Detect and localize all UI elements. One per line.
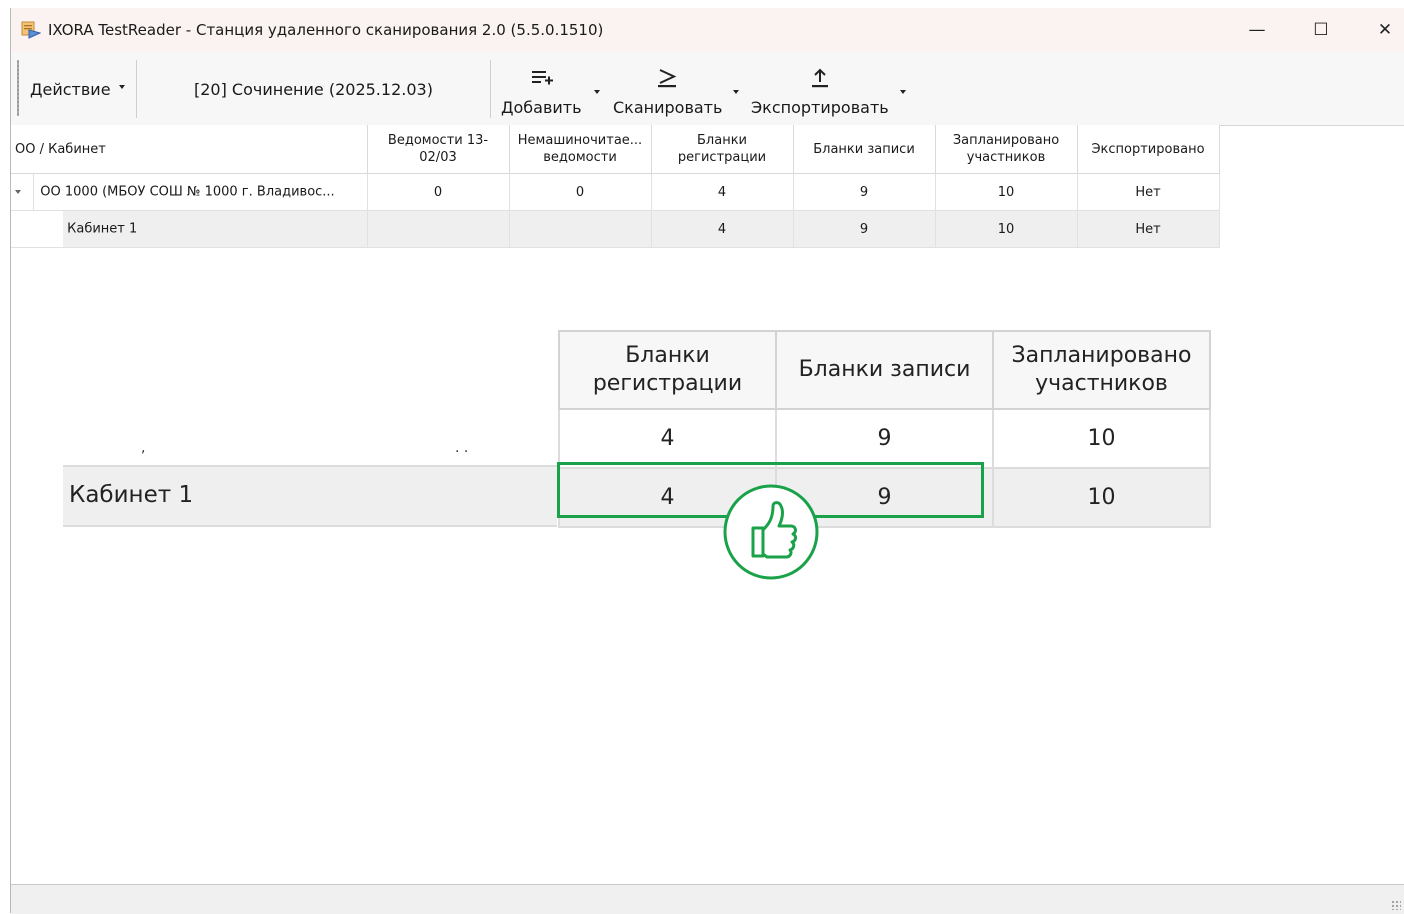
resize-grip[interactable] [1391,900,1401,910]
title-bar: IXORA TestReader - Станция удаленного ск… [11,8,1404,52]
table-row[interactable]: Кабинет 1 4 9 10 Нет [11,210,1220,248]
chevron-down-icon[interactable] [119,85,125,89]
chevron-down-icon[interactable] [594,90,600,94]
toolbar-grip[interactable] [17,60,19,116]
table-row[interactable]: ОО 1000 (МБОУ СОШ № 1000 г. Владивос... … [11,173,1220,211]
cell-vedomosti[interactable]: 0 [367,173,510,211]
add-button-label: Добавить [501,98,582,117]
expand-arrow-icon[interactable] [15,190,21,194]
export-button[interactable]: Экспортировать [751,60,911,120]
scan-icon [658,69,677,88]
zoom-row-label-text: Кабинет 1 [69,482,194,508]
cell-zapisi[interactable]: 9 [793,173,936,211]
scan-button[interactable]: Сканировать [613,60,739,120]
export-button-label: Экспортировать [751,98,889,117]
zoom-fragment-mark: , [141,440,146,456]
exam-label: [20] Сочинение (2025.12.03) [194,80,433,99]
row-name: ОО 1000 (МБОУ СОШ № 1000 г. Владивос... [40,184,335,200]
export-icon [812,68,828,88]
tree-indent [11,211,63,247]
cell-nemash[interactable] [509,210,652,248]
status-bar [11,884,1404,914]
action-menu-button[interactable]: Действие [30,80,111,99]
zoom-cell: 9 [775,408,994,469]
cell-exported[interactable]: Нет [1077,210,1220,248]
row-name-cell[interactable]: Кабинет 1 [11,210,368,248]
tree-divider [33,174,35,210]
zoom-fragment-mark: . . [455,440,469,456]
col-header-vedomosti[interactable]: Ведомости 13-02/03 [367,125,510,174]
window-title: IXORA TestReader - Станция удаленного ск… [48,21,604,39]
chevron-down-icon[interactable] [900,90,906,94]
cell-vedomosti[interactable] [367,210,510,248]
zoom-header-row: Бланки регистрации Бланки записи Заплани… [558,330,1211,410]
cell-planned[interactable]: 10 [935,173,1078,211]
scan-button-label: Сканировать [613,98,723,117]
zoom-cell: 4 [558,408,777,469]
toolbar-separator [490,60,491,118]
stations-grid: ОО / Кабинет Ведомости 13-02/03 Немашино… [11,125,1220,248]
col-header-exported[interactable]: Экспортировано [1077,125,1220,174]
row-name-cell[interactable]: ОО 1000 (МБОУ СОШ № 1000 г. Владивос... [11,173,368,211]
add-button[interactable]: Добавить [501,60,601,120]
add-list-icon [532,71,553,85]
toolbar-separator [136,60,137,118]
app-window: IXORA TestReader - Станция удаленного ск… [10,8,1404,914]
col-header-reg[interactable]: Бланки регистрации [651,125,794,174]
chevron-down-icon[interactable] [733,90,739,94]
grid-header-row: ОО / Кабинет Ведомости 13-02/03 Немашино… [11,125,1220,174]
zoom-cell: 10 [992,467,1211,528]
col-header-nemash[interactable]: Немашиночитае... ведомости [509,125,652,174]
cell-reg[interactable]: 4 [651,210,794,248]
zoom-col-header-reg: Бланки регистрации [558,330,777,410]
thumbs-up-icon [723,484,819,580]
cell-nemash[interactable]: 0 [509,173,652,211]
zoom-col-header-planned: Запланировано участников [992,330,1211,410]
minimize-button[interactable]: — [1225,8,1289,52]
zoom-cell: 10 [992,408,1211,469]
cell-reg[interactable]: 4 [651,173,794,211]
col-header-planned[interactable]: Запланировано участников [935,125,1078,174]
app-icon [21,21,41,39]
col-header-oo[interactable]: ОО / Кабинет [11,125,368,174]
cell-exported[interactable]: Нет [1077,173,1220,211]
cell-planned[interactable]: 10 [935,210,1078,248]
zoom-row: 4 9 10 [558,408,1211,469]
toolbar: Действие [20] Сочинение (2025.12.03) Доб… [11,52,1404,126]
maximize-button[interactable]: ☐ [1289,8,1353,52]
close-button[interactable]: ✕ [1353,8,1404,52]
row-name: Кабинет 1 [67,221,138,237]
col-header-zapisi[interactable]: Бланки записи [793,125,936,174]
zoom-row-label: Кабинет 1 [63,465,557,527]
zoom-col-header-zapisi: Бланки записи [775,330,994,410]
cell-zapisi[interactable]: 9 [793,210,936,248]
